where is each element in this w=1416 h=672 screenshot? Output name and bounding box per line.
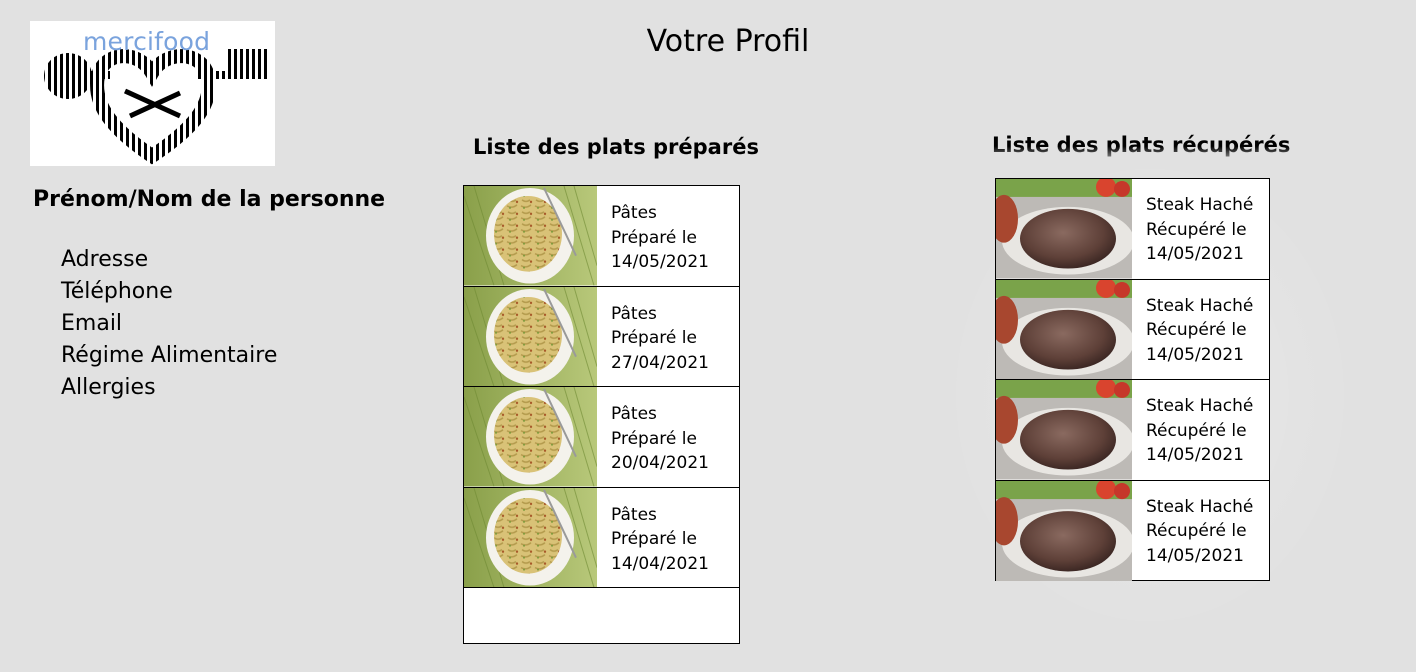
dish-date: 14/05/2021 (1146, 344, 1244, 365)
dish-info: Pâtes Préparé le 27/04/2021 (597, 287, 709, 387)
dish-date: 20/04/2021 (611, 453, 709, 473)
retrieved-dish-row[interactable]: Steak Haché Récupéré le 14/05/2021 (996, 279, 1269, 380)
prepared-dish-row[interactable]: Pâtes Préparé le 20/04/2021 (464, 387, 739, 488)
dish-info: Pâtes Préparé le 14/04/2021 (597, 488, 709, 588)
dish-action: Préparé le (611, 227, 697, 248)
dish-name: Steak Haché (1146, 496, 1254, 517)
dish-action: Récupéré le (1146, 219, 1247, 240)
dish-info: Steak Haché Récupéré le 14/05/2021 (1132, 481, 1253, 582)
page-title: Votre Profil (646, 24, 810, 59)
dish-name: Steak Haché (1146, 295, 1254, 316)
dish-name: Pâtes (611, 203, 657, 223)
pasta-plate-image (464, 186, 597, 286)
retrieved-list-title-text: Liste des plats récupérés (992, 133, 1291, 157)
dish-date: 14/05/2021 (611, 252, 709, 272)
dish-name: Pâtes (611, 504, 657, 525)
dish-date: 14/05/2021 (1146, 244, 1244, 264)
field-email: Email (61, 311, 123, 336)
retrieved-dish-row[interactable]: Steak Haché Récupéré le 14/05/2021 (996, 380, 1269, 481)
dish-action: Récupéré le (1146, 320, 1247, 340)
dish-info: Steak Haché Récupéré le 14/05/2021 (1132, 280, 1253, 380)
steak-plate-image (996, 380, 1132, 480)
prepared-dish-row[interactable]: Pâtes Préparé le 14/04/2021 (464, 487, 739, 588)
dish-name: Steak Haché (1146, 396, 1254, 416)
dish-date: 27/04/2021 (611, 352, 709, 373)
prepared-list-title: Liste des plats préparés (473, 135, 759, 159)
retrieved-list-title: Liste des plats récupérés (992, 133, 1290, 157)
field-address: Adresse (61, 247, 149, 272)
retrieved-dish-list: Steak Haché Récupéré le 14/05/2021 Steak… (995, 178, 1270, 581)
prepared-dish-list: Pâtes Préparé le 14/05/2021 Pâtes Prépar… (463, 185, 740, 644)
dish-action: Préparé le (611, 328, 697, 348)
dish-info: Steak Haché Récupéré le 14/05/2021 (1132, 380, 1253, 480)
prepared-dish-row[interactable]: Pâtes Préparé le 27/04/2021 (464, 286, 739, 387)
steak-plate-image (996, 279, 1132, 379)
dish-date: 14/04/2021 (611, 553, 709, 574)
dish-info: Steak Haché Récupéré le 14/05/2021 (1132, 179, 1253, 279)
field-diet: Régime Alimentaire (61, 343, 278, 368)
pasta-plate-image (464, 487, 597, 587)
retrieved-dish-row[interactable]: Steak Haché Récupéré le 14/05/2021 (996, 179, 1269, 280)
dish-action: Préparé le (611, 529, 697, 549)
field-phone: Téléphone (61, 279, 173, 304)
dish-name: Steak Haché (1146, 195, 1254, 215)
field-allergies: Allergies (61, 375, 156, 400)
dish-action: Récupéré le (1146, 521, 1247, 541)
dish-name: Pâtes (611, 303, 657, 324)
retrieved-dish-row[interactable]: Steak Haché Récupéré le 14/05/2021 (996, 480, 1269, 582)
pasta-plate-image (464, 387, 597, 487)
person-name: Prénom/Nom de la personne (33, 187, 386, 212)
dish-date: 14/05/2021 (1146, 545, 1244, 566)
steak-plate-image (996, 179, 1132, 279)
profile-fields: Adresse Téléphone Email Régime Alimentai… (61, 244, 277, 404)
dish-info: Pâtes Préparé le 20/04/2021 (597, 387, 709, 487)
pasta-plate-image (464, 286, 597, 386)
dish-info: Pâtes Préparé le 14/05/2021 (597, 186, 709, 286)
steak-plate-image (996, 480, 1132, 581)
prepared-dish-row[interactable]: Pâtes Préparé le 14/05/2021 (464, 186, 739, 287)
dish-action: Préparé le (611, 428, 697, 449)
dish-name: Pâtes (611, 404, 657, 424)
dish-date: 14/05/2021 (1146, 445, 1244, 465)
dish-action: Récupéré le (1146, 420, 1247, 441)
